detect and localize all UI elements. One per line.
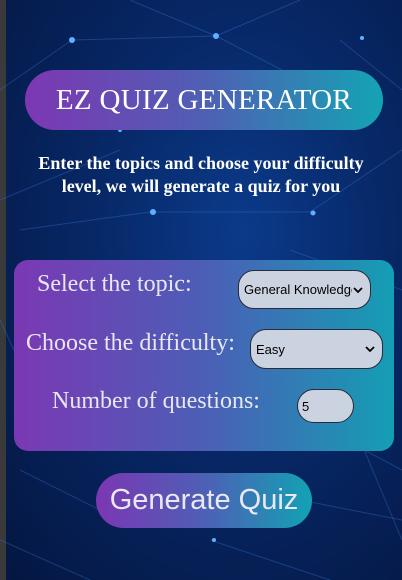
topic-label: Select the topic: bbox=[37, 271, 192, 297]
questions-label: Number of questions: bbox=[52, 388, 260, 414]
page-subtitle: Enter the topics and choose your difficu… bbox=[38, 153, 364, 196]
topic-select[interactable]: General Knowledge bbox=[238, 270, 371, 309]
difficulty-select[interactable]: Easy bbox=[250, 329, 383, 369]
chevron-down-icon bbox=[353, 286, 363, 293]
questions-count-value: 5 bbox=[302, 398, 310, 414]
topic-select-value: General Knowledge bbox=[244, 282, 352, 297]
app-title: EZ QUIZ GENERATOR bbox=[25, 70, 383, 130]
generate-quiz-button[interactable]: Generate Quiz bbox=[96, 473, 312, 528]
difficulty-label: Choose the difficulty: bbox=[26, 330, 235, 356]
chevron-down-icon bbox=[365, 346, 375, 353]
difficulty-select-value: Easy bbox=[256, 341, 285, 357]
questions-count-input[interactable]: 5 bbox=[297, 389, 354, 423]
